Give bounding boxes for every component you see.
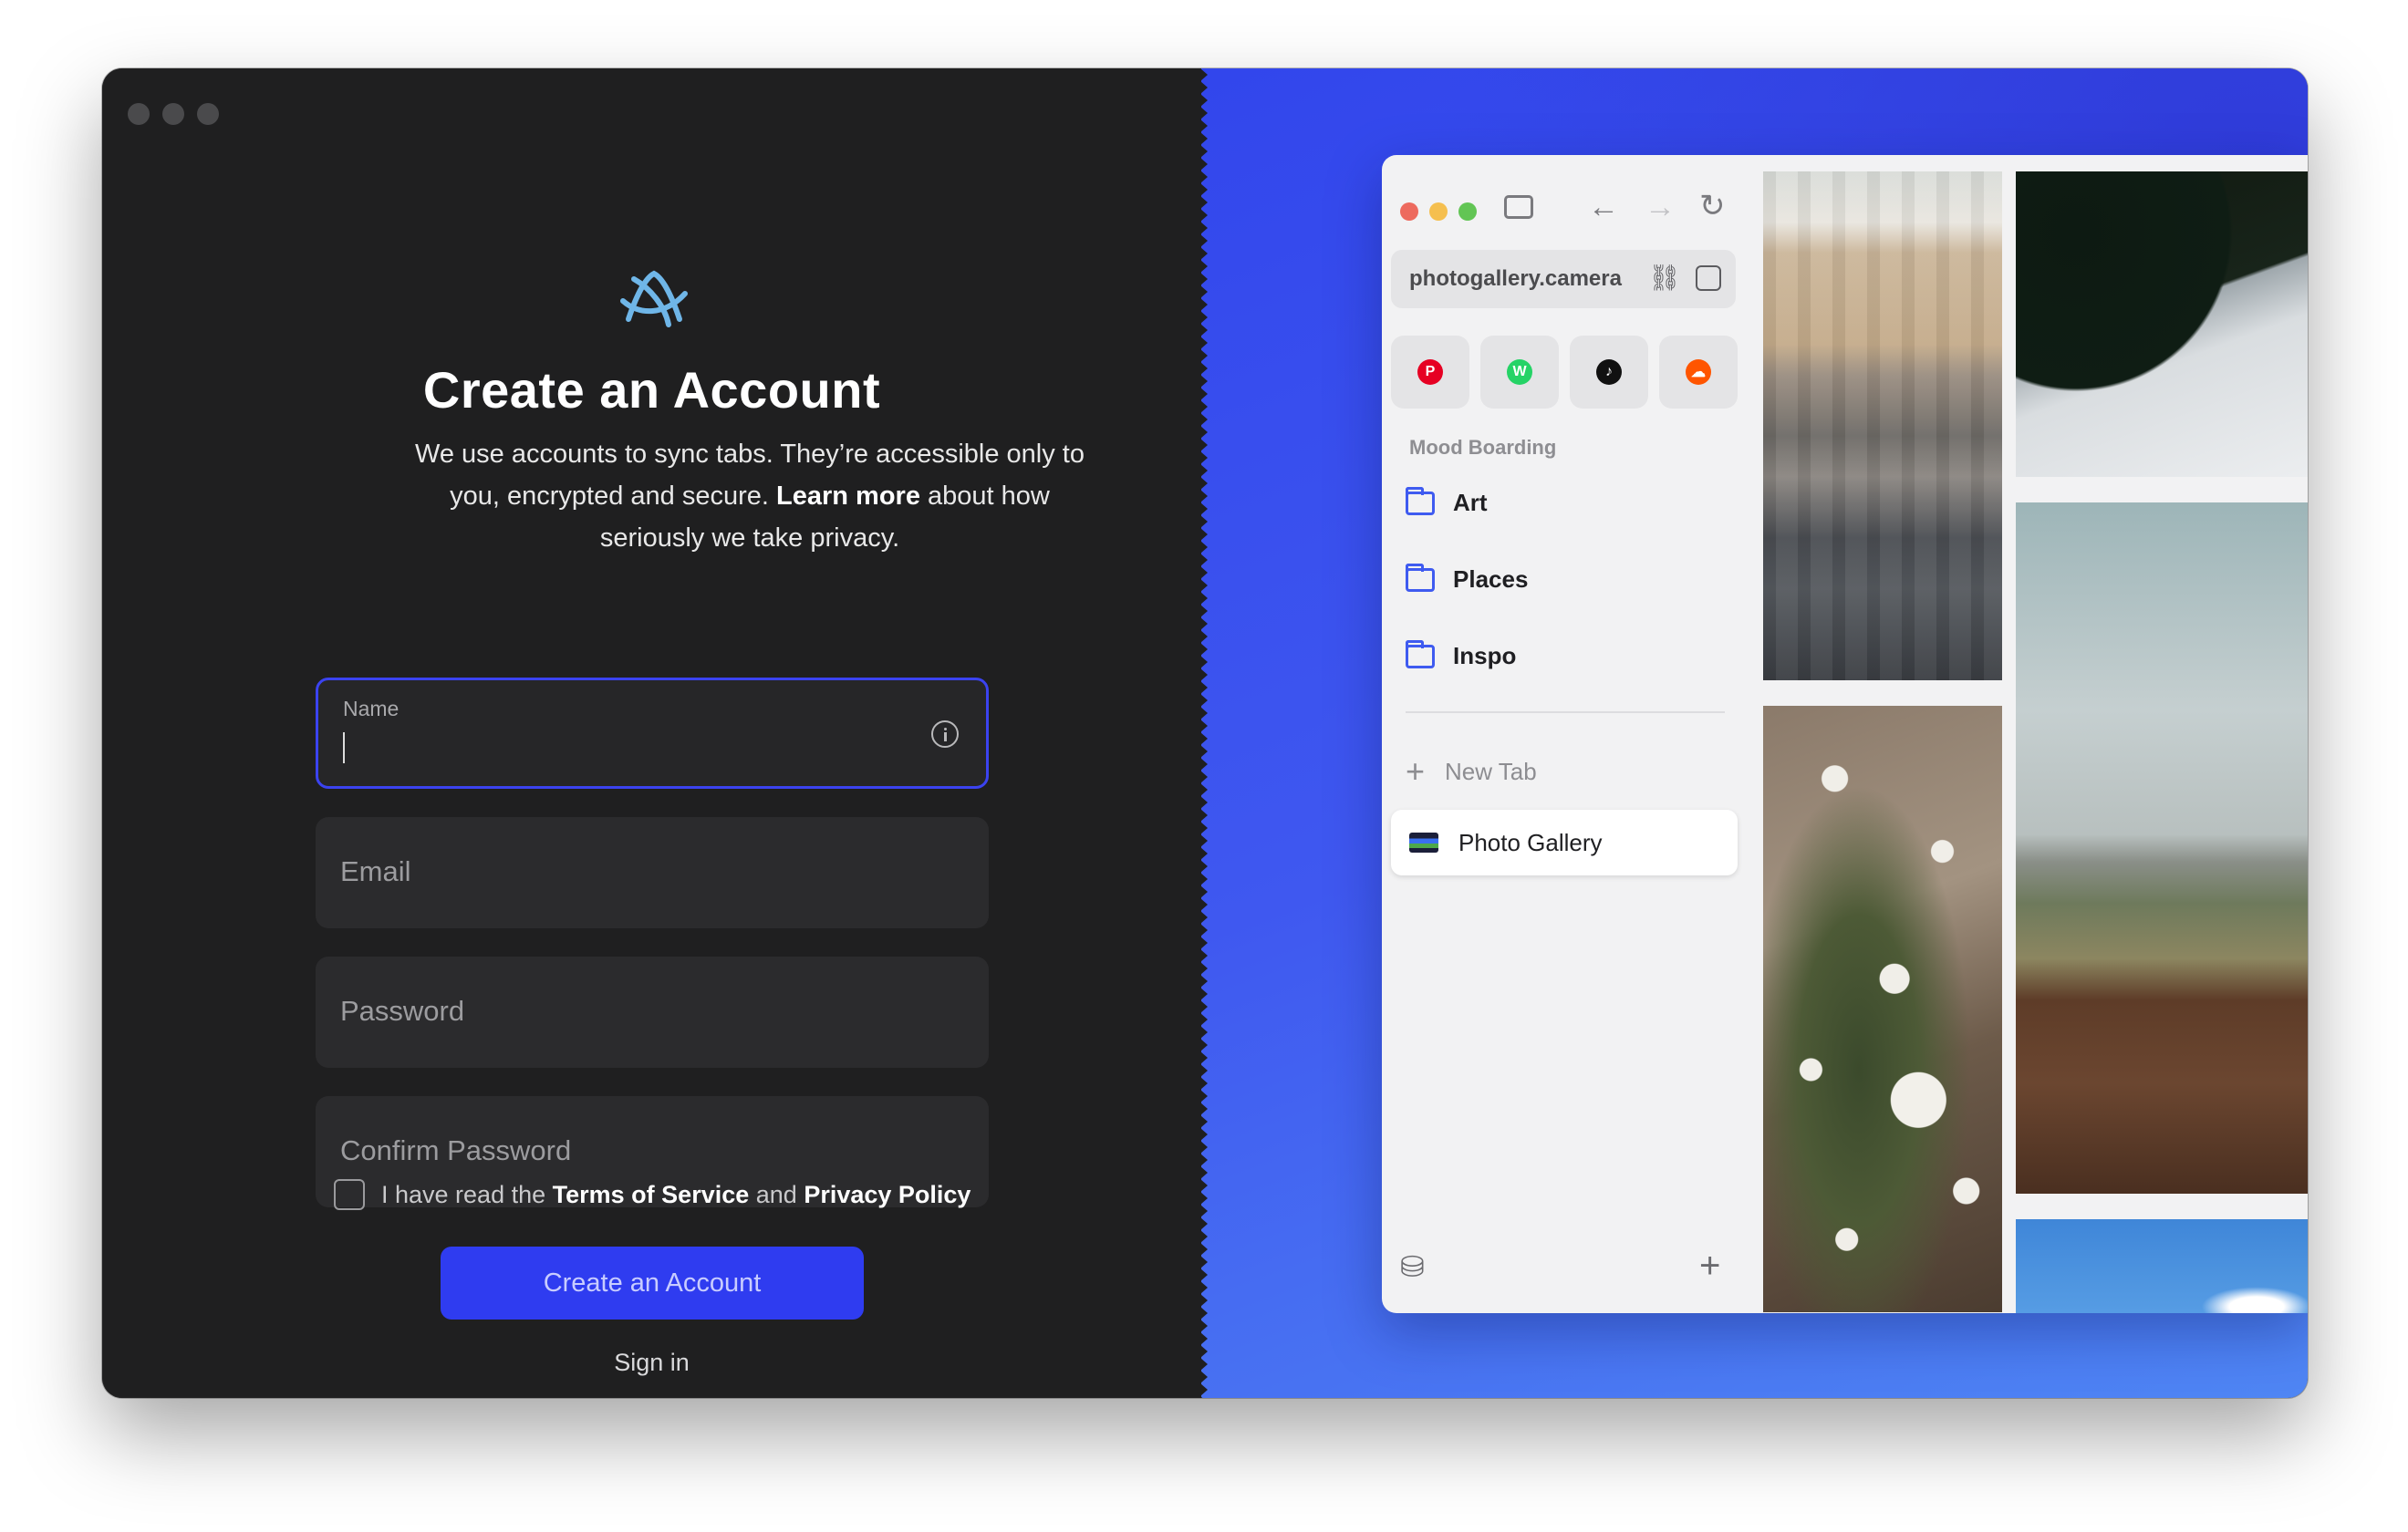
create-account-button[interactable]: Create an Account [441, 1247, 864, 1320]
browser-close-button[interactable] [1400, 202, 1418, 221]
email-field[interactable]: Email [316, 817, 989, 928]
terms-and: and [749, 1180, 804, 1208]
soundcloud-icon: ☁ [1686, 359, 1711, 385]
browser-zoom-button[interactable] [1458, 202, 1477, 221]
folder-icon [1406, 563, 1435, 592]
link-icon[interactable]: ⛓ [1648, 263, 1681, 293]
arc-logo-icon [620, 270, 688, 327]
space-section-label: Mood Boarding [1409, 436, 1557, 459]
new-tab-button[interactable]: + New Tab [1406, 752, 1537, 791]
page-title: Create an Account [422, 361, 881, 419]
subtitle: We use accounts to sync tabs. They’re ac… [403, 433, 1096, 559]
sidebar-folder-art[interactable]: Art [1406, 486, 1488, 517]
terms-of-service-link[interactable]: Terms of Service [553, 1181, 750, 1208]
tiktok-icon: ♪ [1596, 359, 1622, 385]
browser-window-controls [1400, 202, 1477, 221]
photo-snow-landscape [2016, 171, 2308, 477]
app-window: Create an Account We use accounts to syn… [102, 68, 2308, 1398]
photo-blue-sky [2016, 1219, 2308, 1313]
sign-in-link[interactable]: Sign in [102, 1349, 1201, 1377]
pinned-tab-tiktok[interactable]: ♪ [1570, 336, 1648, 409]
text-caret [343, 732, 345, 763]
pinned-tabs: P W ♪ ☁ [1391, 336, 1738, 409]
pinned-tab-soundcloud[interactable]: ☁ [1659, 336, 1738, 409]
url-bar[interactable]: photogallery.camera ⛓ [1391, 250, 1736, 308]
zigzag-edge [1200, 68, 1208, 1398]
folder-label: Art [1453, 489, 1488, 516]
window-zoom-button[interactable] [197, 103, 219, 125]
info-icon[interactable] [931, 720, 959, 748]
photo-aerial-beach [1763, 171, 2002, 680]
name-field[interactable]: Name [316, 678, 989, 789]
browser-minimize-button[interactable] [1429, 202, 1448, 221]
pinned-tab-pinterest[interactable]: P [1391, 336, 1469, 409]
sidebar-toggle-icon[interactable] [1504, 195, 1533, 219]
new-tab-label: New Tab [1445, 757, 1537, 785]
sidebar-folder-inspo[interactable]: Inspo [1406, 639, 1517, 670]
password-placeholder: Password [340, 995, 465, 1027]
forward-arrow-icon[interactable]: → [1645, 190, 1676, 225]
privacy-policy-link[interactable]: Privacy Policy [804, 1181, 970, 1208]
learn-more-link[interactable]: Learn more [776, 481, 920, 511]
archive-icon[interactable]: ⛁ [1400, 1249, 1425, 1284]
folder-label: Inspo [1453, 642, 1517, 669]
name-label: Name [343, 697, 400, 720]
folder-label: Places [1453, 565, 1529, 593]
folder-icon [1406, 486, 1435, 515]
back-arrow-icon[interactable]: ← [1588, 190, 1619, 225]
photo-hanging-lights [1763, 706, 2002, 1312]
pinterest-icon: P [1417, 359, 1443, 385]
pinned-tab-whatsapp[interactable]: W [1480, 336, 1559, 409]
terms-row: I have read the Terms of Service and Pri… [334, 1179, 970, 1210]
password-field[interactable]: Password [316, 957, 989, 1068]
add-icon[interactable]: + [1699, 1246, 1720, 1287]
confirm-password-placeholder: Confirm Password [340, 1134, 572, 1166]
window-minimize-button[interactable] [162, 103, 184, 125]
url-text: photogallery.camera [1409, 266, 1622, 291]
photo-desert-deck [2016, 502, 2308, 1194]
terms-prefix: I have read the [381, 1180, 553, 1208]
terms-text: I have read the Terms of Service and Pri… [381, 1181, 970, 1209]
email-placeholder: Email [340, 855, 411, 887]
sidebar-divider [1406, 711, 1725, 713]
reload-icon[interactable]: ↻ [1699, 188, 1726, 224]
tab-label: Photo Gallery [1458, 828, 1603, 856]
sidebar-folder-places[interactable]: Places [1406, 563, 1529, 594]
favicon-icon [1409, 833, 1438, 853]
window-controls [128, 103, 219, 125]
whatsapp-icon: W [1507, 359, 1532, 385]
window-close-button[interactable] [128, 103, 150, 125]
plus-icon: + [1406, 752, 1426, 790]
browser-mockup: ← → ↻ photogallery.camera ⛓ P W ♪ ☁ Mood… [1382, 155, 2308, 1313]
site-settings-icon[interactable] [1696, 265, 1721, 291]
signup-panel: Create an Account We use accounts to syn… [102, 68, 1201, 1398]
terms-checkbox[interactable] [334, 1179, 365, 1210]
tab-photo-gallery[interactable]: Photo Gallery [1391, 810, 1738, 875]
folder-icon [1406, 639, 1435, 668]
